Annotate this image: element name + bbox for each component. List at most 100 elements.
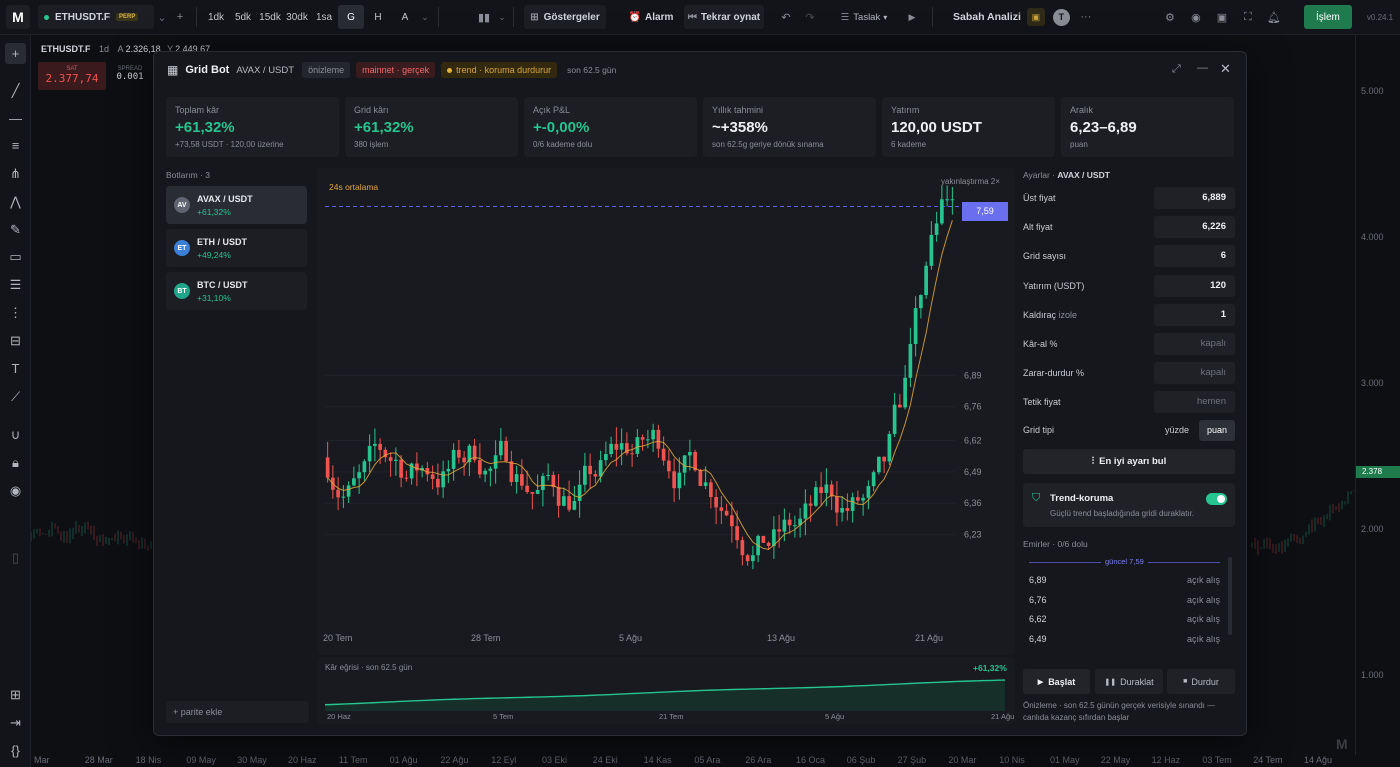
code-icon[interactable]: {}: [6, 741, 25, 760]
symbol-selector[interactable]: ETHUSDT.F PERP: [38, 5, 154, 29]
settings-icon[interactable]: ⚙: [1160, 5, 1180, 29]
timeframe-button[interactable]: 1dk: [203, 5, 229, 29]
settings-input[interactable]: 6,226: [1154, 216, 1235, 239]
layout-name[interactable]: Sabah Analizi: [953, 5, 1021, 29]
stat-sub: +73,58 USDT · 120,00 üzerine: [175, 140, 284, 149]
pattern-icon[interactable]: ⋀: [6, 192, 25, 211]
timeframe-button[interactable]: A: [392, 5, 418, 29]
indicators-button[interactable]: ⊞ Göstergeler: [524, 5, 606, 29]
stop-button[interactable]: ■ Durdur: [1167, 669, 1235, 694]
parallel-channel-icon[interactable]: ≡: [6, 136, 25, 155]
lock-icon[interactable]: 🔒︎: [6, 453, 25, 472]
stat-value: 120,00 USDT: [891, 119, 982, 136]
sell-box[interactable]: SAT 2.377,74: [38, 62, 106, 90]
trend-toggle[interactable]: [1206, 493, 1227, 505]
order-price: 6,89: [1029, 575, 1047, 585]
add-pair-button[interactable]: + parite ekle: [166, 701, 309, 723]
pitchfork-icon[interactable]: ⋔: [6, 164, 25, 183]
undo-icon[interactable]: ↶: [774, 5, 798, 29]
timeframe-button[interactable]: H: [365, 5, 391, 29]
replay-label: Tekrar oynat: [700, 11, 761, 23]
settings-input[interactable]: 6: [1154, 245, 1235, 268]
play-icon[interactable]: ▶: [902, 5, 922, 29]
candle-body: [913, 308, 918, 345]
chart-x-label: 5 Ağu: [619, 633, 642, 643]
bot-item[interactable]: ET ETH / USDT +49,24%: [166, 229, 307, 267]
candle-body: [577, 484, 582, 502]
trend-line-icon[interactable]: ╱: [6, 81, 25, 100]
save-icon[interactable]: ▣: [1026, 8, 1045, 26]
close-icon[interactable]: ✕: [1220, 61, 1231, 77]
camera-icon[interactable]: ▣: [1212, 5, 1232, 29]
settings-label: Kaldıraç: [1023, 309, 1057, 320]
export-icon[interactable]: ⇥: [6, 713, 25, 732]
app-logo[interactable]: M: [6, 5, 30, 29]
timeframe-button[interactable]: 5dk: [230, 5, 256, 29]
grid-level-label: 6,49: [964, 467, 982, 477]
find-best-button[interactable]: ⫶ En iyi ayarı bul: [1023, 449, 1235, 474]
trash-icon[interactable]: ▯: [6, 548, 25, 567]
trade-button[interactable]: İşlem: [1303, 5, 1352, 29]
timeframe-button[interactable]: 1sa: [311, 5, 337, 29]
start-button[interactable]: ▶ Başlat: [1023, 669, 1090, 694]
user-avatar[interactable]: T: [1052, 8, 1070, 26]
object-tree-icon[interactable]: ⊞: [6, 685, 25, 704]
candle-body: [346, 485, 351, 497]
redo-icon[interactable]: ↷: [798, 5, 822, 29]
candle-body: [845, 508, 850, 511]
chevron-down-icon[interactable]: ⌄: [154, 5, 170, 29]
ruler-icon[interactable]: ⟋: [6, 387, 25, 406]
stat-card: Yatırım 120,00 USDT 6 kademe: [882, 97, 1055, 157]
position-icon[interactable]: ⊟: [6, 331, 25, 350]
bot-item[interactable]: BT BTC / USDT +31,10%: [166, 272, 307, 310]
notification-icon[interactable]: 🔔︎: [1264, 5, 1284, 29]
fibonacci-icon[interactable]: ☰: [6, 275, 25, 294]
current-price-tag: 2.378: [1356, 466, 1400, 478]
chevron-down-icon[interactable]: ⌄: [497, 5, 507, 29]
template-button[interactable]: ☰ Taslak ▾: [834, 5, 894, 29]
gann-icon[interactable]: ⋮: [6, 303, 25, 322]
timeframe-button[interactable]: G: [338, 5, 364, 29]
time-axis-label: 14 Ağu: [1304, 755, 1333, 765]
candle-body: [787, 519, 792, 526]
settings-input[interactable]: 1: [1154, 303, 1235, 326]
more-icon[interactable]: ···: [1076, 5, 1096, 29]
start-label: Başlat: [1048, 676, 1076, 687]
alarm-button[interactable]: ⏰ Alarm: [624, 5, 678, 29]
grid-type-points[interactable]: puan: [1199, 419, 1235, 441]
timeframe-button[interactable]: 30dk: [284, 5, 310, 29]
brush-icon[interactable]: ✎: [6, 220, 25, 239]
replay-button[interactable]: ⏮ Tekrar oynat: [684, 5, 764, 29]
add-symbol-button[interactable]: +: [170, 5, 190, 29]
settings-input[interactable]: hemen: [1154, 391, 1235, 414]
minimize-icon[interactable]: —: [1197, 62, 1208, 74]
timeframe-button[interactable]: 15dk: [257, 5, 283, 29]
zoom-label[interactable]: yakınlaştırma 2×: [941, 177, 1000, 186]
expand-icon[interactable]: ⤢: [1172, 63, 1181, 76]
orders-scrollbar[interactable]: [1228, 557, 1232, 635]
time-axis-label: 12 Eyl: [491, 755, 517, 765]
magnet-icon[interactable]: ∪: [6, 425, 25, 444]
grid-type-percent[interactable]: yüzde: [1157, 420, 1197, 441]
eye-icon[interactable]: ◉: [6, 481, 25, 500]
pause-button[interactable]: ❚❚ Duraklat: [1095, 669, 1163, 694]
horizontal-line-icon[interactable]: —: [6, 109, 25, 128]
candle-body: [367, 445, 372, 462]
chevron-down-icon[interactable]: ⌄: [418, 5, 432, 29]
text-icon[interactable]: T: [6, 359, 25, 378]
settings-input[interactable]: kapalı: [1154, 362, 1235, 385]
candle-body: [814, 487, 818, 506]
stop-label: Durdur: [1191, 676, 1219, 687]
chart-type-icon[interactable]: ▮▮: [471, 5, 497, 29]
bot-item[interactable]: AV AVAX / USDT +61,32%: [166, 186, 307, 224]
settings-row: Tetik fiyat hemen: [1023, 391, 1235, 414]
settings-input[interactable]: kapalı: [1154, 333, 1235, 355]
rectangle-icon[interactable]: ▭: [6, 247, 25, 266]
crosshair-icon[interactable]: +: [5, 43, 26, 64]
candle-body: [945, 199, 949, 201]
settings-input[interactable]: 6,889: [1154, 187, 1235, 209]
candle-body: [609, 443, 613, 455]
fullscreen-icon[interactable]: ⛶: [1238, 5, 1258, 29]
settings-input[interactable]: 120: [1154, 274, 1235, 297]
eye-icon[interactable]: ◉: [1186, 5, 1206, 29]
